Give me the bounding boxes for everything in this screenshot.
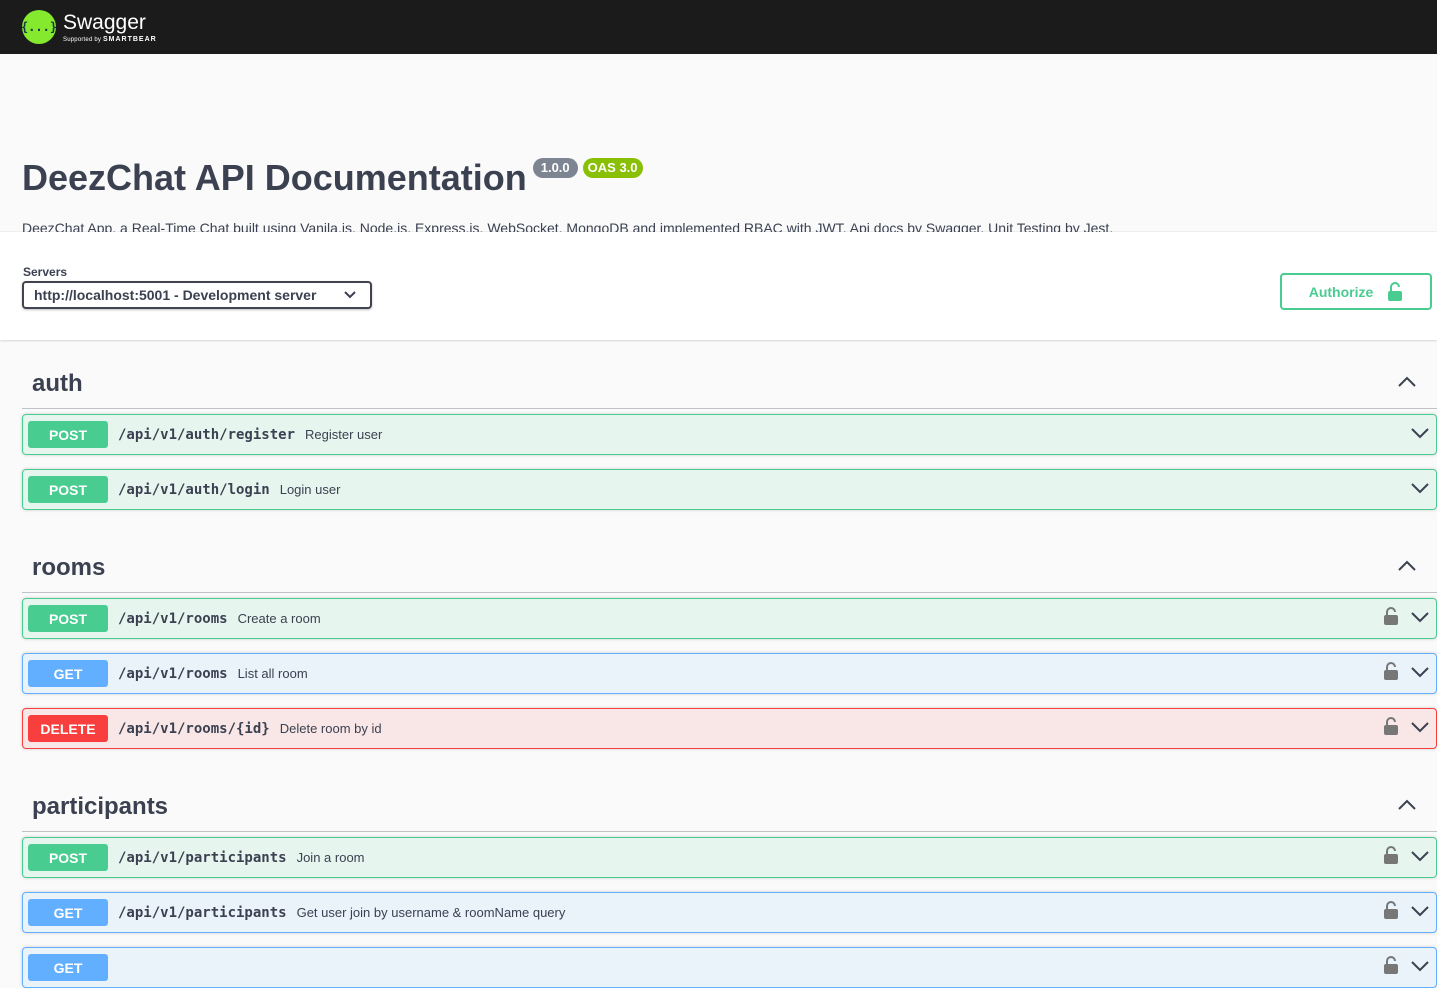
operation-path: /api/v1/rooms — [118, 665, 228, 682]
opblock-post[interactable]: POST/api/v1/rooms Create a room — [22, 598, 1437, 639]
unlock-icon — [1388, 281, 1403, 301]
version-badge: 1.0.0 — [532, 158, 578, 178]
operation-controls — [1384, 599, 1430, 638]
operation-controls — [1384, 709, 1430, 748]
opblock-get[interactable]: GET — [22, 947, 1437, 988]
chevron-down-icon[interactable] — [1410, 610, 1430, 628]
chevron-down-icon[interactable] — [1410, 481, 1430, 499]
tag-section-participants: participants POST/api/v1/participants Join… — [22, 763, 1437, 988]
chevron-down-icon[interactable] — [1410, 959, 1430, 977]
operation-path: /api/v1/rooms/{id} — [118, 720, 270, 737]
authorize-button[interactable]: Authorize — [1280, 273, 1432, 310]
operations-list: auth POST/api/v1/auth/register Register us… — [0, 340, 1437, 988]
operation-summary: Create a room — [237, 611, 321, 626]
tag-section-rooms: rooms POST/api/v1/rooms Create a room GET/a… — [22, 524, 1437, 749]
opblock-delete[interactable]: DELETE/api/v1/rooms/{id} Delete room by i… — [22, 708, 1437, 749]
chevron-down-icon[interactable] — [1410, 665, 1430, 683]
operation-summary: List all room — [237, 666, 308, 681]
operation-summary: Get user join by username & roomName que… — [296, 905, 566, 920]
operation-controls — [1384, 893, 1430, 932]
logo-supported: Supported by — [63, 36, 102, 43]
opblock-post[interactable]: POST/api/v1/auth/login Login user — [22, 469, 1437, 510]
lock-icon[interactable] — [1384, 956, 1398, 979]
lock-icon[interactable] — [1384, 846, 1398, 869]
operation-controls — [1384, 654, 1430, 693]
authorize-label: Authorize — [1308, 283, 1374, 300]
servers-label: Servers — [23, 265, 68, 279]
method-badge: GET — [28, 660, 108, 687]
tag-name: rooms — [32, 554, 106, 581]
title-row: DeezChat API Documentation 1.0.0 OAS 3.0 — [22, 156, 643, 200]
logo-smartbear: SMARTBEAR — [102, 35, 157, 43]
operation-summary: Login user — [279, 482, 341, 497]
swagger-logo[interactable]: {...} Swagger Supported by SMARTBEAR — [21, 10, 157, 44]
operation-path: /api/v1/participants — [118, 904, 287, 921]
servers-select[interactable]: http://localhost:5001 - Development serv… — [22, 281, 372, 309]
operation-path: /api/v1/rooms — [118, 610, 228, 627]
operation-controls — [1384, 838, 1430, 877]
operation-controls — [1410, 470, 1430, 509]
info-section: DeezChat API Documentation 1.0.0 OAS 3.0… — [0, 54, 1437, 236]
chevron-down-icon[interactable] — [1410, 720, 1430, 738]
chevron-up-icon[interactable] — [1397, 559, 1417, 577]
tag-name: participants — [32, 793, 169, 820]
chevron-down-icon[interactable] — [1410, 426, 1430, 444]
method-badge: GET — [28, 899, 108, 926]
method-badge: POST — [28, 844, 108, 871]
chevron-down-icon[interactable] — [1410, 904, 1430, 922]
tag-header-participants[interactable]: participants — [22, 763, 1437, 832]
method-badge: POST — [28, 605, 108, 632]
operation-summary: Delete room by id — [279, 721, 382, 736]
tag-header-rooms[interactable]: rooms — [22, 524, 1437, 593]
servers-selected-value: http://localhost:5001 - Development serv… — [34, 287, 317, 303]
topbar: {...} Swagger Supported by SMARTBEAR — [0, 0, 1437, 54]
logo-text: Swagger Supported by SMARTBEAR — [63, 10, 157, 43]
logo-name: Swagger — [63, 10, 146, 34]
chevron-up-icon[interactable] — [1397, 375, 1417, 393]
operation-controls — [1384, 948, 1430, 987]
operation-summary: Join a room — [296, 850, 365, 865]
opblock-get[interactable]: GET/api/v1/rooms List all room — [22, 653, 1437, 694]
opblock-post[interactable]: POST/api/v1/auth/register Register user — [22, 414, 1437, 455]
method-badge: DELETE — [28, 715, 108, 742]
operation-path: /api/v1/auth/register — [118, 426, 296, 443]
operation-path: /api/v1/auth/login — [118, 481, 270, 498]
lock-icon[interactable] — [1384, 662, 1398, 685]
operation-path: /api/v1/participants — [118, 849, 287, 866]
tag-section-auth: auth POST/api/v1/auth/register Register us… — [22, 340, 1437, 510]
lock-icon[interactable] — [1384, 607, 1398, 630]
logo-subtitle: Supported by SMARTBEAR — [63, 36, 157, 43]
tag-header-auth[interactable]: auth — [22, 340, 1437, 409]
method-badge: POST — [28, 421, 108, 448]
operation-controls — [1410, 415, 1430, 454]
oas-badge: OAS 3.0 — [582, 158, 643, 178]
lock-icon[interactable] — [1384, 901, 1398, 924]
lock-icon[interactable] — [1384, 717, 1398, 740]
operation-summary: Register user — [305, 427, 383, 442]
opblock-post[interactable]: POST/api/v1/participants Join a room — [22, 837, 1437, 878]
chevron-down-icon — [344, 291, 356, 299]
method-badge: POST — [28, 476, 108, 503]
swagger-logo-icon: {...} — [21, 10, 57, 44]
chevron-up-icon[interactable] — [1397, 798, 1417, 816]
tag-name: auth — [32, 370, 83, 397]
method-badge: GET — [28, 954, 108, 981]
scheme-container: Servers http://localhost:5001 - Developm… — [0, 232, 1437, 340]
page-title: DeezChat API Documentation — [22, 157, 527, 198]
chevron-down-icon[interactable] — [1410, 849, 1430, 867]
